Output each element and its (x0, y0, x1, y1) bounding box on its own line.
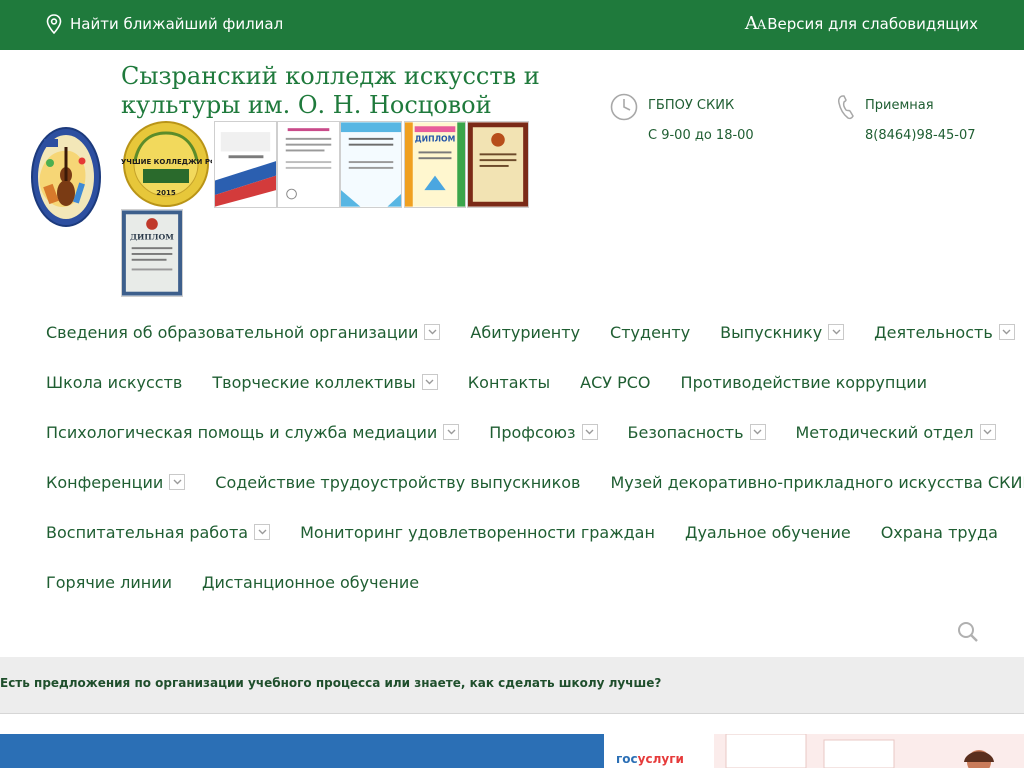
nav-item-label: Дистанционное обучение (202, 572, 420, 592)
nav-item[interactable]: Охрана труда (881, 523, 998, 542)
chevron-down-icon[interactable] (581, 424, 598, 440)
nav-item[interactable]: Выпускнику (720, 322, 845, 342)
reception-label: Приемная (865, 98, 934, 113)
nav-item[interactable]: Творческие коллективы (212, 372, 438, 392)
nav-item[interactable]: Сведения об образовательной организации (46, 322, 441, 342)
nav-row: Конференции Содействие трудоустройству вы… (46, 457, 1024, 507)
nav-item-label: Профсоюз (489, 422, 576, 442)
nav-item-label: Сведения об образовательной организации (46, 322, 419, 342)
nav-item[interactable]: Содействие трудоустройству выпускников (215, 473, 580, 492)
nav-item-label: Охрана труда (880, 522, 998, 542)
nav-item-label: АСУ РСО (580, 372, 651, 392)
nav-item[interactable]: Профсоюз (489, 422, 598, 442)
nav-item-label: Методический отдел (795, 422, 974, 442)
nav-item-label: Горячие линии (46, 572, 172, 592)
chevron-down-icon[interactable] (749, 424, 766, 440)
top-bar: Найти ближайший филиал AA Версия для сла… (0, 0, 1024, 50)
nav-item[interactable]: Горячие линии (46, 573, 172, 592)
diploma-blue-label: ДИПЛОМ (130, 232, 174, 241)
nav-item-label: Школа искусств (46, 372, 183, 392)
nav-row: Сведения об образовательной организации А… (46, 307, 1024, 357)
nav-item[interactable]: Студенту (610, 323, 690, 342)
nav-item[interactable]: Методический отдел (796, 423, 996, 442)
certificate-1[interactable] (214, 121, 277, 208)
gosuslugi-logo-part2: услуги (637, 752, 684, 766)
nav-item-label: Музей декоративно-прикладного искусства … (610, 472, 1024, 492)
search-icon[interactable] (957, 621, 979, 643)
find-branch-link[interactable]: Найти ближайший филиал (46, 14, 283, 34)
nav-item[interactable]: Противодействие коррупции (681, 373, 927, 392)
nav-row: Горячие линии Дистанционное обучение (46, 557, 449, 607)
feedback-bar: Есть предложения по организации учебного… (0, 657, 1024, 714)
reception-phone[interactable]: 8(8464)98-45-07 (865, 128, 976, 143)
nav-row: Школа искусств Творческие коллективы Конта… (46, 357, 957, 407)
nav-row: Воспитательная работа Мониторинг удовлетв… (46, 507, 1024, 557)
nav-item-label: Психологическая помощь и служба медиации (46, 422, 438, 442)
gosuslugi-logo-part1: гос (616, 752, 638, 766)
banner-image-panel (714, 734, 1024, 768)
nav-item-label: Противодействие коррупции (680, 372, 928, 392)
nav-item[interactable]: АСУ РСО (580, 373, 650, 392)
low-vision-label: Версия для слабовидящих (767, 15, 978, 33)
award-medal-year: 2015 (156, 189, 176, 197)
org-label: ГБПОУ СКИК (648, 98, 735, 113)
nav-item[interactable]: Воспитательная работа (46, 522, 271, 542)
nav-item[interactable]: Конференции (46, 472, 186, 492)
low-vision-link[interactable]: AA Версия для слабовидящих (745, 13, 978, 34)
chevron-down-icon[interactable] (421, 374, 438, 390)
nav-item-label: Мониторинг удовлетворенности граждан (300, 522, 655, 542)
site-title[interactable]: Сызранский колледж искусств и культуры и… (121, 62, 561, 120)
nav-item-label: Содействие трудоустройству выпускников (215, 472, 581, 492)
nav-item-label: Безопасность (627, 422, 744, 442)
nav-item[interactable]: Абитуриенту (470, 323, 580, 342)
nav-item[interactable]: Психологическая помощь и служба медиации (46, 422, 460, 442)
award-medal-label: ЛУЧШИЕ КОЛЛЕДЖИ РФ (121, 158, 212, 166)
nav-item[interactable]: Дистанционное обучение (202, 573, 419, 592)
location-pin-icon (46, 14, 62, 34)
nav-item-label: Дуальное обучение (684, 522, 851, 542)
working-hours: С 9-00 до 18-00 (648, 128, 754, 143)
diploma-colorful[interactable]: ДИПЛОМ (404, 121, 466, 208)
chevron-down-icon[interactable] (169, 474, 186, 490)
letter-of-thanks-1[interactable] (277, 121, 340, 208)
feedback-link[interactable]: Есть предложения по организации учебного… (0, 676, 661, 690)
best-colleges-medal[interactable]: ЛУЧШИЕ КОЛЛЕДЖИ РФ 2015 (121, 121, 212, 208)
chevron-down-icon[interactable] (979, 424, 996, 440)
nav-item-label: Выпускнику (720, 322, 823, 342)
banner-blue-panel (0, 734, 604, 768)
diploma-colorful-label: ДИПЛОМ (415, 135, 456, 144)
clock-icon (610, 93, 638, 121)
nav-item-label: Контакты (467, 372, 551, 392)
chevron-down-icon[interactable] (443, 424, 460, 440)
nav-item-label: Абитуриенту (470, 322, 581, 342)
chevron-down-icon[interactable] (424, 324, 441, 340)
chevron-down-icon[interactable] (828, 324, 845, 340)
college-logo[interactable] (30, 127, 102, 228)
letter-of-thanks-2[interactable] (340, 121, 402, 208)
phone-icon (838, 95, 854, 120)
nav-item[interactable]: Контакты (468, 373, 550, 392)
banner-person-illustration (725, 734, 994, 768)
chevron-down-icon[interactable] (254, 524, 271, 540)
nav-item[interactable]: Деятельность (874, 323, 1015, 342)
nav-item-label: Творческие коллективы (212, 372, 416, 392)
font-size-icon: AA (744, 13, 766, 34)
nav-item-label: Деятельность (874, 322, 993, 342)
nav-item[interactable]: Музей декоративно-прикладного искусства … (610, 473, 1024, 492)
nav-row: Психологическая помощь и служба медиации… (46, 407, 1024, 457)
diploma-blue[interactable]: ДИПЛОМ (121, 209, 183, 297)
nav-item-label: Студенту (610, 322, 691, 342)
chevron-down-icon[interactable] (998, 324, 1015, 340)
diploma-dark[interactable] (467, 121, 529, 208)
gosuslugi-logo-text: госуслуги (616, 752, 684, 766)
nav-item[interactable]: Дуальное обучение (685, 523, 851, 542)
nav-item-label: Воспитательная работа (46, 522, 249, 542)
nav-item-label: Конференции (46, 472, 164, 492)
nav-item[interactable]: Безопасность (628, 423, 766, 442)
nav-item[interactable]: Мониторинг удовлетворенности граждан (300, 523, 655, 542)
find-branch-label: Найти ближайший филиал (70, 15, 284, 33)
nav-item[interactable]: Школа искусств (46, 373, 182, 392)
gosuslugi-banner[interactable]: госуслуги (0, 734, 1024, 768)
